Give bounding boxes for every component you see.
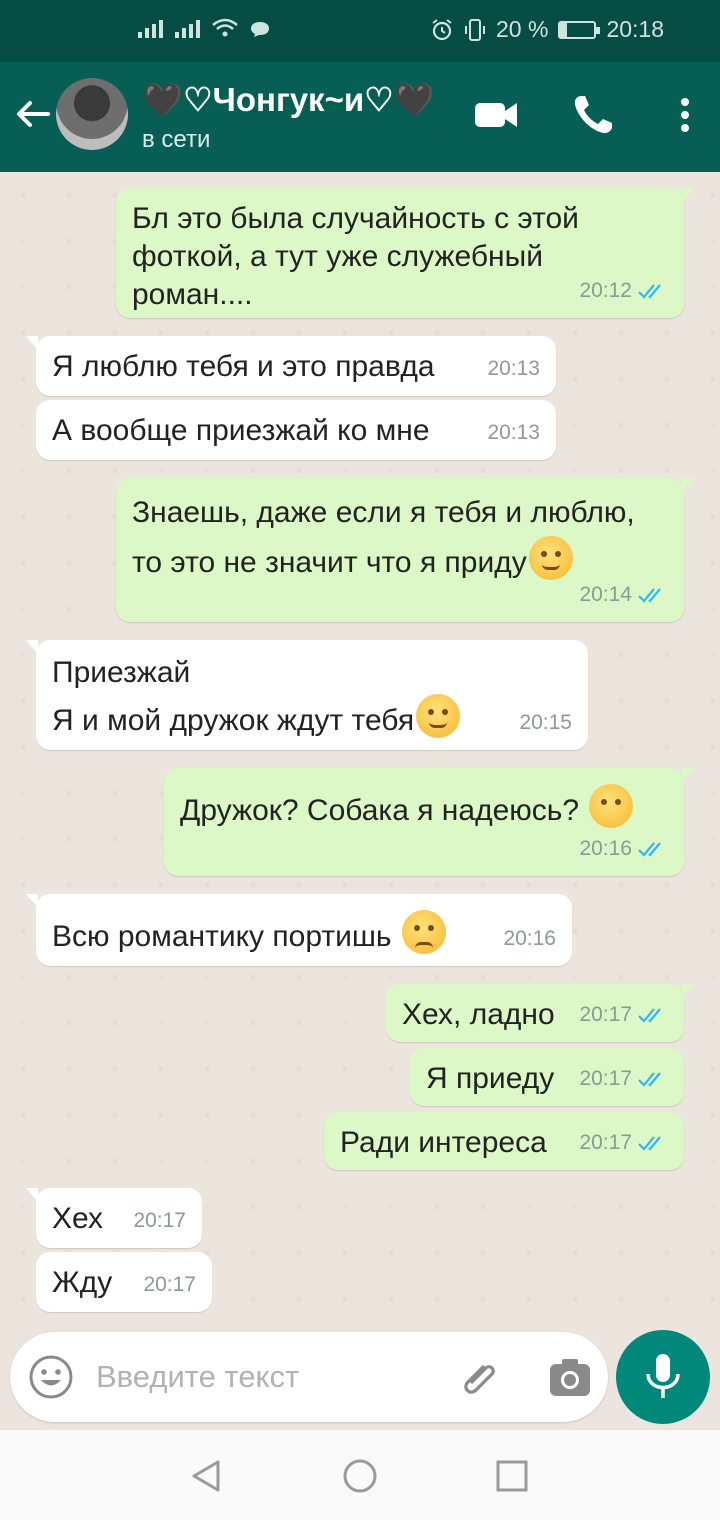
message-time: 20:17 (579, 1003, 632, 1026)
message-time: 20:17 (579, 1131, 632, 1154)
status-left (138, 18, 270, 38)
battery-level (560, 22, 568, 37)
camera-icon[interactable] (546, 1354, 594, 1402)
message-time: 20:17 (133, 1209, 186, 1232)
chat-area[interactable]: Бл это была случайность с этой фоткой, а… (0, 172, 720, 1332)
message-outgoing[interactable]: Знаешь, даже если я тебя и люблю, то это… (116, 478, 694, 622)
contact-name[interactable]: 🖤♡Чонгук~и♡🖤 (142, 80, 435, 120)
phone-icon[interactable] (568, 90, 618, 140)
battery-icon (558, 20, 601, 39)
message-text: Хех, ладно (402, 998, 555, 1031)
nav-recents-icon[interactable] (492, 1456, 532, 1496)
message-outgoing[interactable]: Хех, ладно 20:17 (386, 984, 694, 1042)
unamused-face-emoji-icon (401, 910, 446, 954)
message-incoming[interactable]: Жду 20:17 (36, 1252, 212, 1312)
message-text: А вообще приезжай ко мне (52, 414, 430, 447)
read-ticks-icon (638, 284, 661, 299)
message-text: Ради интереса (340, 1126, 547, 1159)
emoji-icon[interactable] (28, 1354, 74, 1400)
alarm-icon (432, 18, 452, 40)
message-time: 20:17 (143, 1273, 196, 1296)
face-without-mouth-emoji-icon (589, 784, 634, 828)
contact-status: в сети (142, 126, 211, 153)
read-ticks-icon (638, 588, 661, 603)
message-time: 20:16 (503, 927, 556, 950)
message-text: Я люблю тебя и это правда (52, 350, 435, 383)
nav-back-icon[interactable] (186, 1456, 226, 1496)
message-time: 20:17 (579, 1067, 632, 1090)
message-incoming[interactable]: Приезжай Я и мой дружок ждут тебя 20:15 (26, 640, 588, 750)
message-text: Приезжай Я и мой дружок ждут тебя (52, 656, 415, 737)
paperclip-icon[interactable] (456, 1354, 506, 1404)
read-ticks-icon (638, 842, 661, 857)
message-text: Дружок? Собака я надеюсь? (180, 794, 580, 827)
message-outgoing[interactable]: Я приеду 20:17 (410, 1048, 684, 1106)
message-time: 20:16 (579, 837, 632, 860)
message-incoming[interactable]: А вообще приезжай ко мне 20:13 (36, 400, 556, 460)
mic-button[interactable] (616, 1330, 710, 1424)
video-call-icon[interactable] (472, 90, 522, 140)
microphone-icon (646, 1354, 680, 1398)
message-outgoing[interactable]: Ради интереса 20:17 (324, 1112, 684, 1170)
clock: 20:18 (606, 16, 664, 42)
smirking-face-emoji-icon (416, 694, 461, 738)
signal-icon (138, 18, 163, 38)
read-ticks-icon (638, 1072, 661, 1087)
message-incoming[interactable]: Хех 20:17 (26, 1188, 202, 1248)
message-text: Жду (52, 1266, 113, 1299)
message-outgoing[interactable]: Дружок? Собака я надеюсь? 20:16 (164, 768, 694, 876)
more-vertical-icon[interactable] (660, 90, 710, 140)
status-bar: 20 % 20:18 (0, 0, 720, 62)
message-time: 20:12 (579, 279, 632, 302)
message-time: 20:15 (519, 711, 572, 734)
status-right: 20 % 20:18 (430, 16, 664, 43)
message-incoming[interactable]: Всю романтику портишь 20:16 (26, 894, 572, 966)
message-time: 20:14 (579, 583, 632, 606)
wifi-icon (212, 18, 238, 37)
message-text: Хех (52, 1202, 104, 1235)
smirking-face-emoji-icon (528, 536, 573, 580)
message-text: Бл это была случайность с этой фоткой, а… (132, 202, 579, 311)
chat-header: 🖤♡Чонгук~и♡🖤 в сети (0, 62, 720, 172)
chat-notification-icon (251, 22, 269, 37)
nav-home-icon[interactable] (340, 1456, 380, 1496)
message-input-bar (10, 1332, 608, 1422)
system-nav-bar (0, 1430, 720, 1520)
message-time: 20:13 (487, 421, 540, 444)
message-text: Я приеду (426, 1062, 555, 1095)
read-ticks-icon (638, 1008, 661, 1023)
signal-icon-2 (175, 18, 200, 38)
avatar[interactable] (56, 78, 128, 150)
vibrate-icon (465, 18, 485, 41)
message-text: Всю романтику портишь (52, 920, 392, 953)
message-outgoing[interactable]: Бл это была случайность с этой фоткой, а… (116, 188, 694, 318)
message-incoming[interactable]: Я люблю тебя и это правда 20:13 (26, 336, 556, 396)
message-input[interactable] (96, 1354, 426, 1400)
back-arrow-icon[interactable] (12, 92, 56, 136)
message-time: 20:13 (487, 357, 540, 380)
read-ticks-icon (638, 1136, 661, 1151)
battery-percent: 20 % (496, 16, 549, 42)
